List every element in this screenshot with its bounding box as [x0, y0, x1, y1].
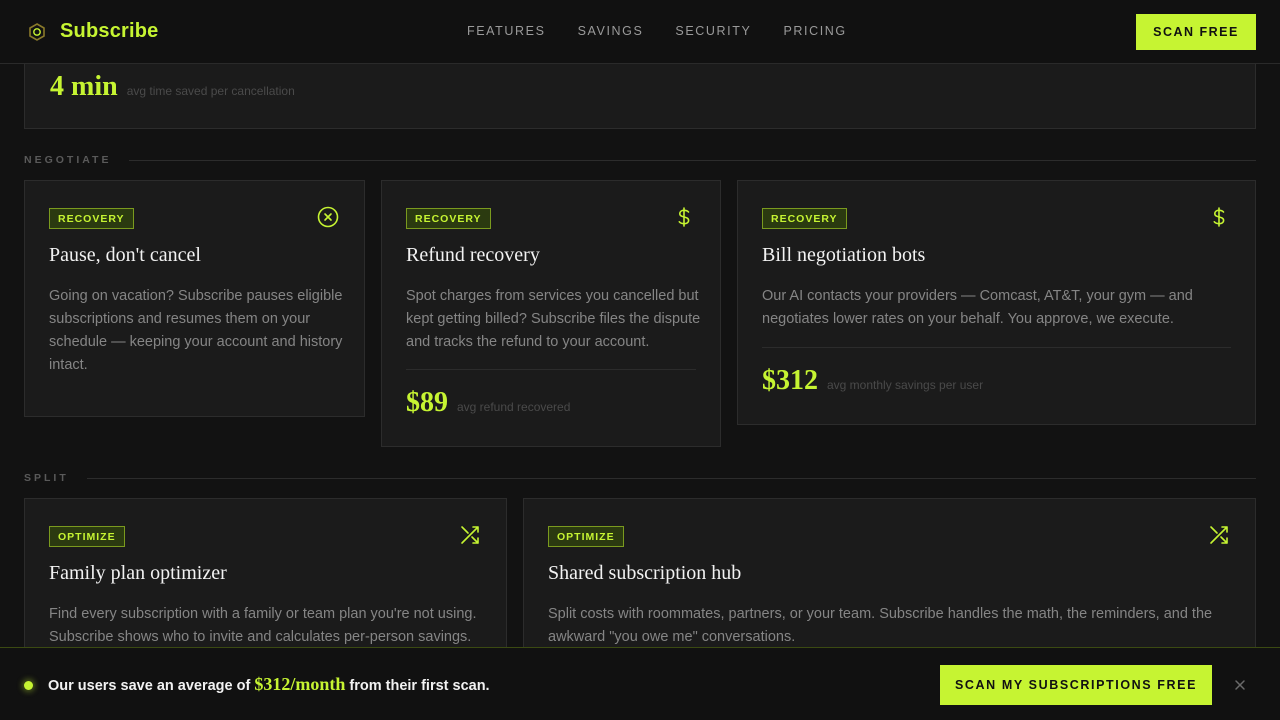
card-description: Going on vacation? Subscribe pauses elig…	[49, 288, 343, 373]
promo-text-after: from their first scan.	[349, 678, 490, 694]
section-divider	[129, 159, 1256, 161]
scan-subscriptions-button[interactable]: SCAN MY SUBSCRIPTIONS FREE	[940, 665, 1212, 705]
dollar-icon	[1213, 207, 1225, 227]
card-description: Find every subscription with a family or…	[49, 606, 477, 645]
brand-logo-icon	[29, 22, 45, 41]
category-badge: OPTIMIZE	[548, 526, 624, 547]
category-badge: OPTIMIZE	[49, 526, 125, 547]
card-divider	[406, 369, 696, 370]
brand-name: Subscribe	[60, 20, 159, 42]
stat-caption: avg refund recovered	[457, 400, 571, 414]
stat-value: 4 min	[50, 71, 118, 102]
promo-message: Our users save an average of $312/month …	[48, 674, 490, 695]
card-stat: $312 avg monthly savings per user	[762, 365, 983, 397]
feature-card-bill-negotiation: RECOVERY Bill negotiation bots Our AI co…	[737, 180, 1256, 425]
card-stat: $89 avg refund recovered	[406, 387, 570, 419]
nav-link-savings[interactable]: SAVINGS	[578, 24, 644, 38]
card-title: Bill negotiation bots	[762, 244, 926, 266]
nav-link-features[interactable]: FEATURES	[467, 24, 546, 38]
section-label: SPLIT	[24, 472, 69, 484]
card-title: Refund recovery	[406, 244, 540, 266]
sticky-promo-bar: Our users save an average of $312/month …	[0, 647, 1280, 720]
live-indicator-dot	[24, 681, 33, 690]
shuffle-icon	[1210, 526, 1228, 544]
shuffle-icon	[461, 526, 479, 544]
section-header-negotiate: NEGOTIATE	[24, 153, 1256, 167]
x-circle-icon	[317, 206, 339, 228]
stat-value: $89	[406, 387, 448, 418]
close-icon[interactable]	[1232, 677, 1248, 693]
section-label: NEGOTIATE	[24, 154, 112, 166]
promo-amount: $312/month	[254, 674, 346, 694]
main-nav: FEATURES SAVINGS SECURITY PRICING	[467, 24, 847, 38]
category-badge: RECOVERY	[762, 208, 847, 229]
card-description: Split costs with roommates, partners, or…	[548, 606, 1213, 645]
nav-link-security[interactable]: SECURITY	[675, 24, 751, 38]
stat-caption: avg monthly savings per user	[827, 378, 984, 392]
stat-caption: avg time saved per cancellation	[126, 84, 295, 98]
card-title: Family plan optimizer	[49, 562, 227, 584]
stat-value: $312	[762, 365, 818, 396]
card-divider	[762, 347, 1231, 348]
brand[interactable]: Subscribe	[28, 20, 159, 43]
feature-card-pause: RECOVERY Pause, don't cancel Going on va…	[24, 180, 365, 417]
card-title: Pause, don't cancel	[49, 244, 201, 266]
category-badge: RECOVERY	[406, 208, 491, 229]
nav-link-pricing[interactable]: PRICING	[783, 24, 846, 38]
section-divider	[86, 477, 1256, 479]
section-header-split: SPLIT	[24, 471, 1256, 485]
feature-card-refund: RECOVERY Refund recovery Spot charges fr…	[381, 180, 721, 447]
scan-free-button[interactable]: SCAN FREE	[1136, 14, 1256, 50]
dollar-icon	[678, 207, 690, 227]
card-description: Our AI contacts your providers — Comcast…	[762, 288, 1193, 327]
promo-text-before: Our users save an average of	[48, 678, 251, 694]
card-title: Shared subscription hub	[548, 562, 742, 584]
category-badge: RECOVERY	[49, 208, 134, 229]
card-description: Spot charges from services you cancelled…	[406, 288, 701, 350]
top-navigation-bar: Subscribe FEATURES SAVINGS SECURITY PRIC…	[0, 0, 1280, 64]
